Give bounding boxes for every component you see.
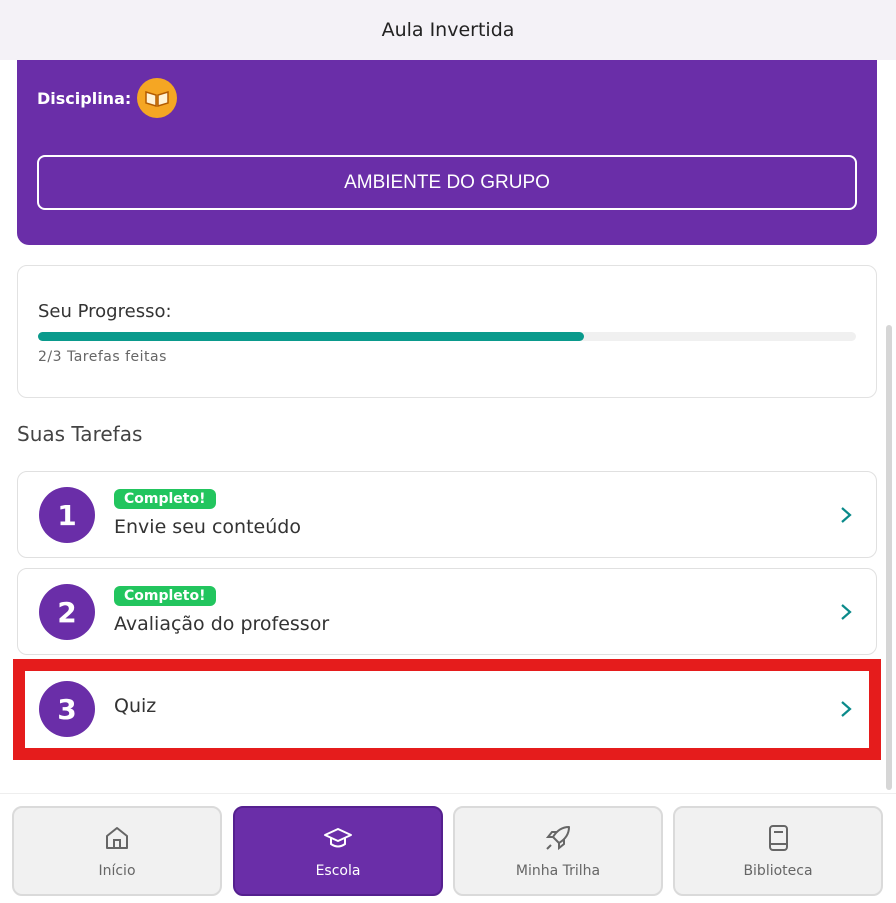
- chevron-right-icon: [841, 507, 852, 523]
- progress-bar-fill: [38, 332, 584, 341]
- nav-label: Biblioteca: [743, 863, 813, 879]
- chevron-right-icon: [841, 604, 852, 620]
- nav-item-minha-trilha[interactable]: Minha Trilha: [453, 806, 663, 896]
- progress-card: Seu Progresso: 2/3 Tarefas feitas: [17, 265, 877, 398]
- nav-item-escola[interactable]: Escola: [233, 806, 443, 896]
- page-title: Aula Invertida: [381, 19, 515, 41]
- task-name: Avaliação do professor: [114, 613, 330, 635]
- nav-label: Minha Trilha: [515, 863, 601, 879]
- nav-label: Escola: [315, 863, 361, 879]
- discipline-row: Disciplina:: [37, 78, 178, 118]
- task-item-1[interactable]: 1 Completo! Envie seu conteúdo: [17, 471, 877, 558]
- status-badge: Completo!: [114, 586, 216, 606]
- book-icon: [769, 825, 788, 851]
- graduation-cap-icon: [324, 828, 352, 848]
- bottom-navigation: Início Escola Minha Trilha Biblioteca: [0, 793, 896, 903]
- tasks-section-title: Suas Tarefas: [17, 422, 143, 446]
- progress-count: 2/3 Tarefas feitas: [38, 349, 167, 365]
- discipline-label: Disciplina:: [37, 88, 132, 108]
- task-item-2[interactable]: 2 Completo! Avaliação do professor: [17, 568, 877, 655]
- class-header-card: Disciplina: AMBIENTE DO GRUPO: [17, 60, 877, 245]
- scrollbar[interactable]: [886, 325, 892, 790]
- task-number: 1: [39, 487, 95, 543]
- nav-item-biblioteca[interactable]: Biblioteca: [673, 806, 883, 896]
- status-badge: Completo!: [114, 489, 216, 509]
- nav-item-inicio[interactable]: Início: [12, 806, 222, 896]
- progress-label: Seu Progresso:: [38, 301, 172, 322]
- task-number: 2: [39, 584, 95, 640]
- top-app-bar: Aula Invertida: [0, 0, 896, 60]
- rocket-icon: [545, 826, 570, 851]
- group-environment-button[interactable]: AMBIENTE DO GRUPO: [37, 155, 857, 210]
- task-name: Envie seu conteúdo: [114, 516, 301, 538]
- progress-bar: [38, 332, 856, 341]
- open-book-icon: [137, 78, 178, 118]
- highlight-box: [13, 659, 881, 760]
- home-icon: [106, 827, 128, 849]
- nav-label: Início: [98, 863, 136, 879]
